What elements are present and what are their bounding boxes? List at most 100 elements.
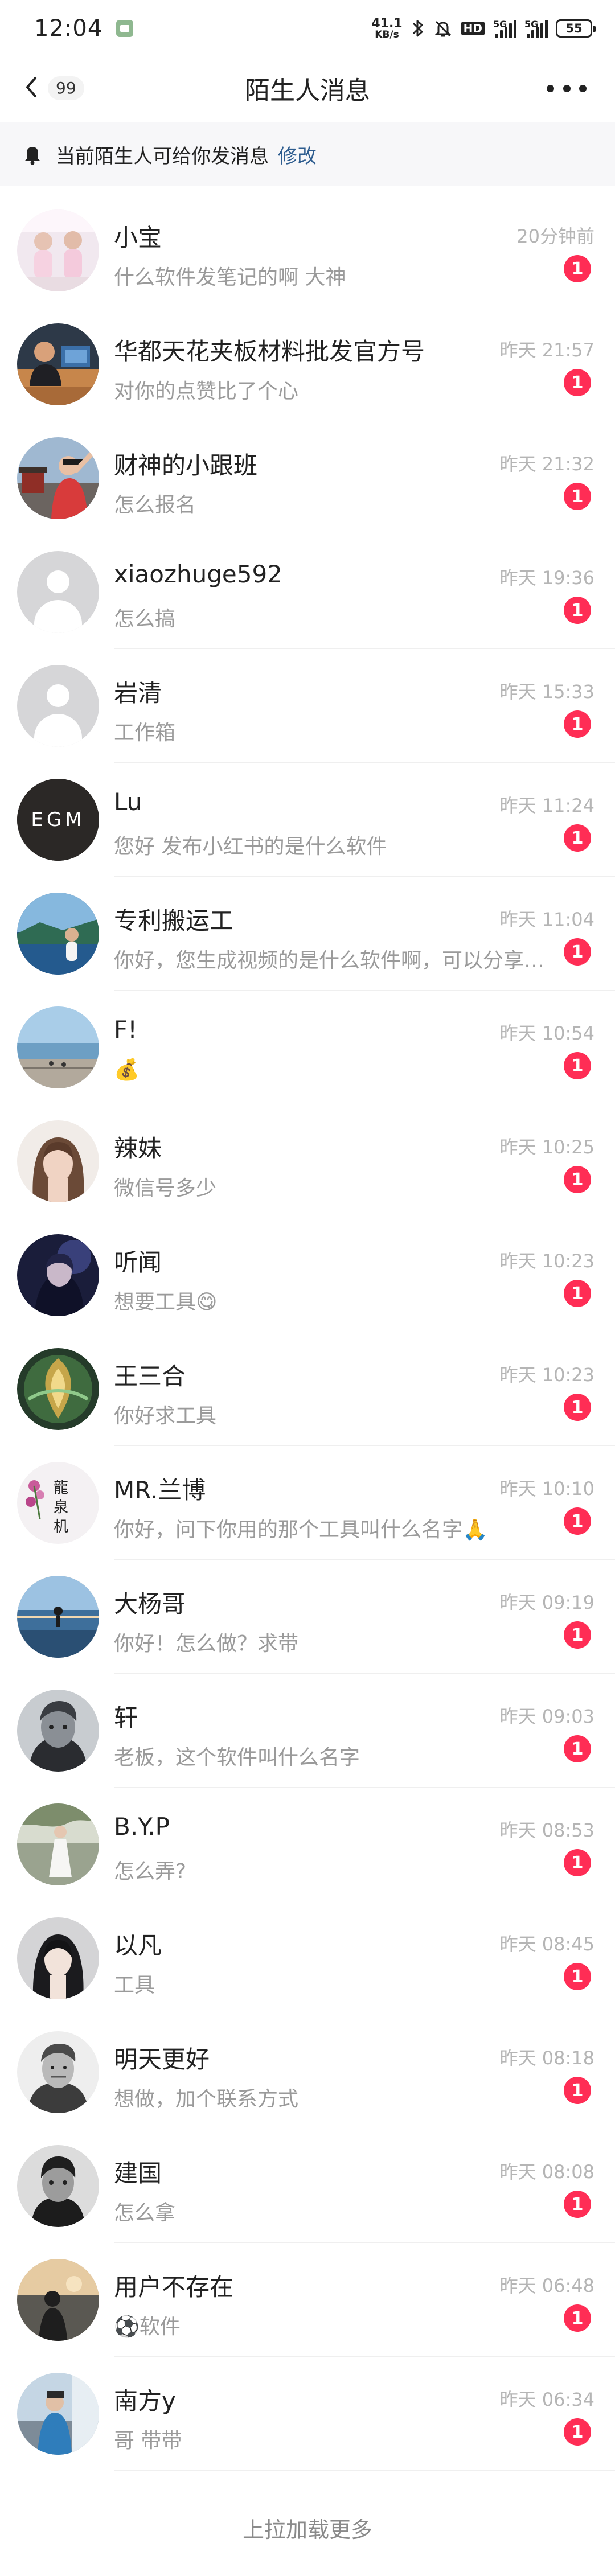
avatar[interactable] (17, 1120, 99, 1202)
message-item[interactable]: F! 昨天 10:54 💰 1 (0, 991, 615, 1104)
message-item[interactable]: 用户不存在 昨天 06:48 ⚽软件 1 (0, 2243, 615, 2357)
message-item[interactable]: 南方y 昨天 06:34 哥 带带 1 (0, 2357, 615, 2471)
message-item[interactable]: 大杨哥 昨天 09:19 你好！怎么做？求带 1 (0, 1560, 615, 1674)
message-preview: 怎么搞 (114, 607, 176, 631)
load-more-hint[interactable]: 上拉加载更多 (0, 2499, 615, 2556)
message-item[interactable]: 财神的小跟班 昨天 21:32 怎么报名 1 (0, 421, 615, 535)
sender-name: 轩 (114, 1704, 138, 1732)
sender-name: MR.兰博 (114, 1476, 206, 1504)
message-preview: 想做，加个联系方式 (114, 2088, 299, 2111)
sender-name: 听闻 (114, 1248, 162, 1276)
message-time: 昨天 10:10 (499, 1478, 594, 1499)
notice-text: 当前陌生人可给你发消息 (56, 145, 269, 168)
message-item[interactable]: 以凡 昨天 08:45 工具 1 (0, 1901, 615, 2015)
status-bar: 12:04 41.1 KB/s HD 5G 5G 55 (0, 0, 615, 57)
unread-badge: 1 (564, 1621, 591, 1649)
sender-name: 王三合 (114, 1362, 186, 1390)
unread-badge: 1 (564, 1394, 591, 1421)
message-item[interactable]: 轩 昨天 09:03 老板，这个软件叫什么名字 1 (0, 1674, 615, 1788)
message-item[interactable]: EGM Lu 昨天 11:24 您好 发布小红书的是什么软件 1 (0, 763, 615, 877)
page-title: 陌生人消息 (245, 76, 370, 105)
message-item[interactable]: 辣妹 昨天 10:25 微信号多少 1 (0, 1104, 615, 1218)
bell-icon (23, 143, 42, 165)
message-preview: 你好，问下你用的那个工具叫什么名字🙏 (114, 1518, 488, 1542)
network-speed-unit: KB/s (375, 28, 399, 40)
network-speed-value: 41.1 (371, 16, 403, 31)
unread-badge: 1 (564, 938, 591, 966)
mute-icon (433, 19, 453, 38)
avatar[interactable] (17, 665, 99, 747)
avatar[interactable] (17, 437, 99, 519)
message-item[interactable]: 听闻 昨天 10:23 想要工具😋 1 (0, 1218, 615, 1332)
avatar[interactable] (17, 551, 99, 633)
avatar[interactable] (17, 209, 99, 291)
message-item[interactable]: 华都天花夹板材料批发官方号 昨天 21:57 对你的点赞比了个心 1 (0, 307, 615, 421)
message-time: 20分钟前 (516, 225, 594, 247)
sender-name: 用户不存在 (114, 2273, 234, 2301)
message-time: 昨天 06:34 (499, 2389, 594, 2410)
avatar[interactable] (17, 1803, 99, 1885)
avatar[interactable]: EGM (17, 779, 99, 861)
avatar[interactable] (17, 1348, 99, 1430)
message-preview: 怎么拿 (114, 2201, 176, 2225)
stranger-messages-screen: 12:04 41.1 KB/s HD 5G 5G 55 99 陌生人消息 当前陌… (0, 0, 615, 2576)
message-time: 昨天 08:18 (499, 2047, 594, 2069)
message-preview: 工作箱 (114, 721, 176, 745)
message-preview: 你好求工具 (114, 1404, 217, 1428)
unread-badge: 1 (564, 824, 591, 852)
unread-badge: 1 (564, 1507, 591, 1535)
message-time: 昨天 08:08 (499, 2161, 594, 2183)
message-item[interactable]: 岩清 昨天 15:33 工作箱 1 (0, 649, 615, 763)
unread-badge: 1 (564, 597, 591, 624)
sender-name: xiaozhuge592 (114, 560, 282, 588)
unread-badge: 1 (564, 255, 591, 282)
message-item[interactable]: 龍泉机 MR.兰博 昨天 10:10 你好，问下你用的那个工具叫什么名字🙏 1 (0, 1446, 615, 1560)
message-preview: 你好！怎么做？求带 (114, 1632, 299, 1655)
avatar[interactable] (17, 2373, 99, 2455)
message-preview: 微信号多少 (114, 1177, 217, 1200)
status-indicators: 41.1 KB/s HD 5G 5G 55 (371, 16, 596, 40)
app-notification-icon (116, 20, 134, 37)
sender-name: 华都天花夹板材料批发官方号 (114, 338, 425, 365)
avatar[interactable] (17, 1576, 99, 1658)
avatar[interactable] (17, 2031, 99, 2113)
avatar[interactable] (17, 1690, 99, 1772)
more-dots-icon[interactable] (547, 77, 587, 100)
avatar[interactable] (17, 2259, 99, 2341)
message-item[interactable]: B.Y.P 昨天 08:53 怎么弄? 1 (0, 1788, 615, 1901)
message-item[interactable]: 明天更好 昨天 08:18 想做，加个联系方式 1 (0, 2015, 615, 2129)
unread-badge: 1 (564, 1166, 591, 1193)
sender-name: 财神的小跟班 (114, 451, 258, 479)
avatar[interactable] (17, 1917, 99, 1999)
message-time: 昨天 10:25 (499, 1136, 594, 1158)
back-arrow-icon[interactable] (23, 75, 40, 102)
avatar[interactable] (17, 1006, 99, 1088)
sender-name: 南方y (114, 2387, 176, 2415)
message-item[interactable]: 王三合 昨天 10:23 你好求工具 1 (0, 1332, 615, 1446)
message-item[interactable]: 建国 昨天 08:08 怎么拿 1 (0, 2129, 615, 2243)
message-time: 昨天 10:23 (499, 1250, 594, 1272)
message-item[interactable]: 小宝 20分钟前 什么软件发笔记的啊 大神 1 (0, 194, 615, 307)
message-preview: 怎么弄? (114, 1860, 187, 1883)
bluetooth-icon (411, 18, 425, 39)
message-item[interactable]: xiaozhuge592 昨天 19:36 怎么搞 1 (0, 535, 615, 649)
message-time: 昨天 09:19 (499, 1592, 594, 1613)
svg-text:机: 机 (54, 1518, 68, 1535)
divider (114, 2470, 615, 2471)
signal-1-icon: 5G (493, 19, 516, 38)
unread-badge: 1 (564, 1052, 591, 1079)
sender-name: Lu (114, 788, 142, 816)
unread-badge: 1 (564, 1963, 591, 1990)
message-item[interactable]: 专利搬运工 昨天 11:04 你好，您生成视频的是什么软件啊，可以分享一下吗 1 (0, 877, 615, 991)
avatar[interactable] (17, 323, 99, 405)
message-time: 昨天 08:53 (499, 1819, 594, 1841)
avatar[interactable] (17, 1234, 99, 1316)
message-time: 昨天 21:57 (499, 339, 594, 361)
avatar[interactable] (17, 2145, 99, 2227)
sender-name: 专利搬运工 (114, 907, 234, 935)
sender-name: 大杨哥 (114, 1590, 186, 1618)
back-button[interactable]: 99 (23, 68, 84, 108)
avatar[interactable]: 龍泉机 (17, 1462, 99, 1544)
modify-permission-link[interactable]: 修改 (278, 141, 317, 169)
avatar[interactable] (17, 893, 99, 975)
